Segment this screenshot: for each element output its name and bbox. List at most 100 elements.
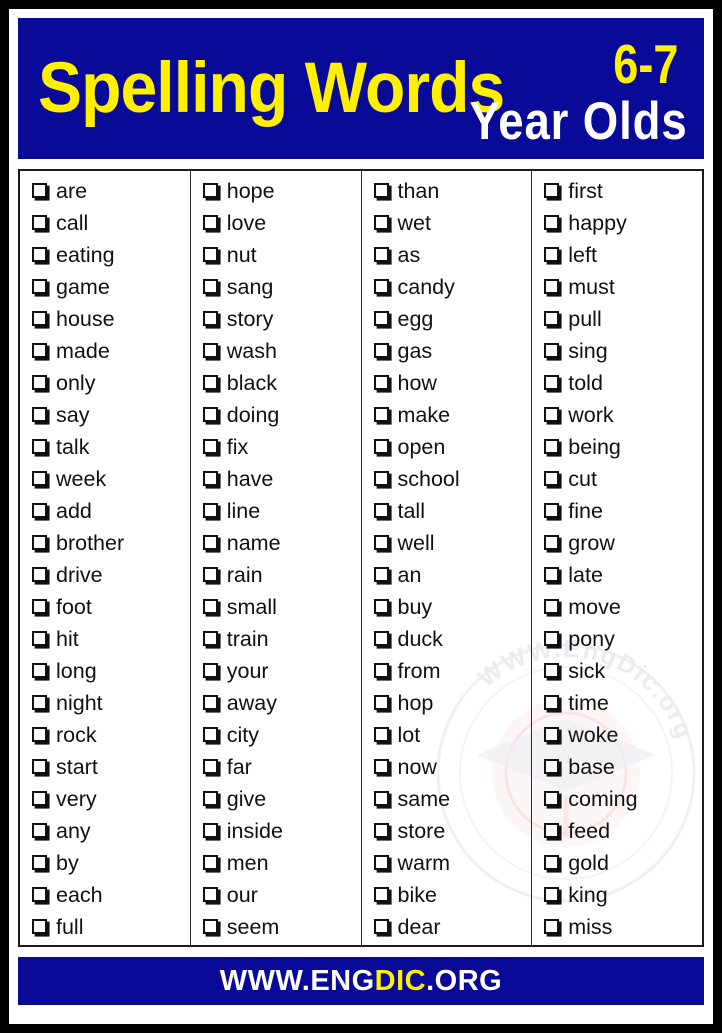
checkbox-empty-icon[interactable] xyxy=(544,406,560,422)
word-row[interactable]: small xyxy=(191,591,361,623)
checkbox-empty-icon[interactable] xyxy=(32,630,47,646)
word-row[interactable]: love xyxy=(191,207,361,239)
word-row[interactable]: first xyxy=(532,175,702,207)
checkbox-empty-icon[interactable] xyxy=(32,566,47,582)
word-row[interactable]: woke xyxy=(532,719,702,751)
word-row[interactable]: game xyxy=(20,271,190,303)
word-row[interactable]: very xyxy=(20,783,190,815)
word-row[interactable]: duck xyxy=(362,623,532,655)
checkbox-empty-icon[interactable] xyxy=(202,726,218,742)
checkbox-empty-icon[interactable] xyxy=(373,342,389,358)
checkbox-empty-icon[interactable] xyxy=(373,438,389,454)
word-row[interactable]: foot xyxy=(20,591,190,623)
checkbox-empty-icon[interactable] xyxy=(544,566,560,582)
checkbox-empty-icon[interactable] xyxy=(373,246,389,262)
checkbox-empty-icon[interactable] xyxy=(373,310,389,326)
word-row[interactable]: work xyxy=(532,399,702,431)
checkbox-empty-icon[interactable] xyxy=(373,790,389,806)
word-row[interactable]: city xyxy=(191,719,361,751)
word-row[interactable]: hope xyxy=(191,175,361,207)
word-row[interactable]: happy xyxy=(532,207,702,239)
word-row[interactable]: away xyxy=(191,687,361,719)
checkbox-empty-icon[interactable] xyxy=(373,822,389,838)
checkbox-empty-icon[interactable] xyxy=(32,758,47,774)
checkbox-empty-icon[interactable] xyxy=(373,502,389,518)
word-row[interactable]: rock xyxy=(20,719,190,751)
checkbox-empty-icon[interactable] xyxy=(32,598,47,614)
word-row[interactable]: now xyxy=(362,751,532,783)
checkbox-empty-icon[interactable] xyxy=(202,374,218,390)
word-row[interactable]: only xyxy=(20,367,190,399)
word-row[interactable]: sing xyxy=(532,335,702,367)
word-row[interactable]: start xyxy=(20,751,190,783)
checkbox-empty-icon[interactable] xyxy=(32,438,47,454)
checkbox-empty-icon[interactable] xyxy=(544,694,560,710)
checkbox-empty-icon[interactable] xyxy=(32,470,47,486)
checkbox-empty-icon[interactable] xyxy=(32,918,47,934)
word-row[interactable]: candy xyxy=(362,271,532,303)
word-row[interactable]: each xyxy=(20,879,190,911)
checkbox-empty-icon[interactable] xyxy=(32,310,47,326)
word-row[interactable]: warm xyxy=(362,847,532,879)
word-row[interactable]: gold xyxy=(532,847,702,879)
checkbox-empty-icon[interactable] xyxy=(544,182,560,198)
checkbox-empty-icon[interactable] xyxy=(373,470,389,486)
checkbox-empty-icon[interactable] xyxy=(32,278,47,294)
checkbox-empty-icon[interactable] xyxy=(373,758,389,774)
checkbox-empty-icon[interactable] xyxy=(373,406,389,422)
word-row[interactable]: talk xyxy=(20,431,190,463)
word-row[interactable]: fine xyxy=(532,495,702,527)
checkbox-empty-icon[interactable] xyxy=(32,182,47,198)
checkbox-empty-icon[interactable] xyxy=(202,310,218,326)
word-row[interactable]: eating xyxy=(20,239,190,271)
word-row[interactable]: have xyxy=(191,463,361,495)
checkbox-empty-icon[interactable] xyxy=(202,342,218,358)
checkbox-empty-icon[interactable] xyxy=(32,886,47,902)
checkbox-empty-icon[interactable] xyxy=(544,534,560,550)
checkbox-empty-icon[interactable] xyxy=(32,854,47,870)
word-row[interactable]: cut xyxy=(532,463,702,495)
checkbox-empty-icon[interactable] xyxy=(202,822,218,838)
word-row[interactable]: drive xyxy=(20,559,190,591)
checkbox-empty-icon[interactable] xyxy=(32,726,47,742)
word-row[interactable]: king xyxy=(532,879,702,911)
checkbox-empty-icon[interactable] xyxy=(32,790,47,806)
checkbox-empty-icon[interactable] xyxy=(373,214,389,230)
checkbox-empty-icon[interactable] xyxy=(202,406,218,422)
word-row[interactable]: tall xyxy=(362,495,532,527)
word-row[interactable]: grow xyxy=(532,527,702,559)
checkbox-empty-icon[interactable] xyxy=(202,918,218,934)
checkbox-empty-icon[interactable] xyxy=(202,790,218,806)
checkbox-empty-icon[interactable] xyxy=(32,662,47,678)
checkbox-empty-icon[interactable] xyxy=(544,214,560,230)
checkbox-empty-icon[interactable] xyxy=(373,886,389,902)
word-row[interactable]: seem xyxy=(191,911,361,943)
word-row[interactable]: inside xyxy=(191,815,361,847)
word-row[interactable]: sick xyxy=(532,655,702,687)
word-row[interactable]: move xyxy=(532,591,702,623)
checkbox-empty-icon[interactable] xyxy=(544,790,560,806)
word-row[interactable]: men xyxy=(191,847,361,879)
checkbox-empty-icon[interactable] xyxy=(373,854,389,870)
word-row[interactable]: any xyxy=(20,815,190,847)
checkbox-empty-icon[interactable] xyxy=(202,534,218,550)
word-row[interactable]: feed xyxy=(532,815,702,847)
word-row[interactable]: far xyxy=(191,751,361,783)
word-row[interactable]: sang xyxy=(191,271,361,303)
checkbox-empty-icon[interactable] xyxy=(544,310,560,326)
checkbox-empty-icon[interactable] xyxy=(544,502,560,518)
word-row[interactable]: buy xyxy=(362,591,532,623)
checkbox-empty-icon[interactable] xyxy=(373,534,389,550)
word-row[interactable]: long xyxy=(20,655,190,687)
word-row[interactable]: make xyxy=(362,399,532,431)
word-row[interactable]: your xyxy=(191,655,361,687)
checkbox-empty-icon[interactable] xyxy=(544,822,560,838)
word-row[interactable]: as xyxy=(362,239,532,271)
word-row[interactable]: told xyxy=(532,367,702,399)
word-row[interactable]: add xyxy=(20,495,190,527)
site-url[interactable]: WWW.ENGDIC.ORG xyxy=(220,965,503,998)
checkbox-empty-icon[interactable] xyxy=(32,822,47,838)
word-row[interactable]: being xyxy=(532,431,702,463)
checkbox-empty-icon[interactable] xyxy=(544,342,560,358)
word-row[interactable]: brother xyxy=(20,527,190,559)
